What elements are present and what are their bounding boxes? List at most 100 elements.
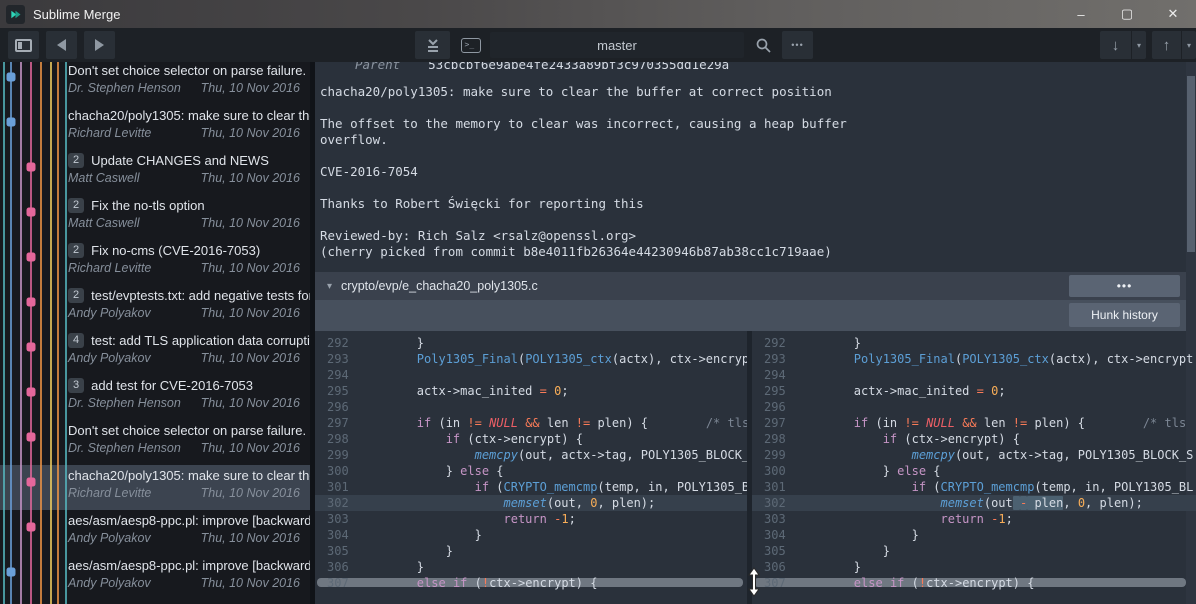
- parent-hash[interactable]: 53cbcbf6e9abe4fe2433a89bf3c970355dd1e29a: [428, 62, 729, 72]
- terminal-icon: >_: [461, 38, 481, 53]
- line-number: 305: [752, 543, 796, 559]
- line-number: 303: [315, 511, 359, 527]
- diff-line: 292 }: [315, 335, 747, 351]
- diff-line: 293 Poly1305_Final(POLY1305_ctx(actx), c…: [315, 351, 747, 367]
- diff-line: 299 memcpy(out, actx->tag, POLY1305_BLOC…: [752, 447, 1196, 463]
- commit-date: Thu, 10 Nov 2016: [201, 171, 300, 185]
- commit-date: Thu, 10 Nov 2016: [201, 531, 300, 545]
- diff-line: 306 }: [752, 559, 1196, 575]
- commit-metadata: Parent 53cbcbf6e9abe4fe2433a89bf3c970355d…: [315, 62, 1196, 272]
- commit-author: Andy Polyakov: [68, 531, 151, 545]
- line-number: 297: [315, 415, 359, 431]
- commit-row[interactable]: 2Fix no-cms (CVE-2016-7053)Richard Levit…: [0, 240, 310, 285]
- diff-line: 302 memset(out - plen, 0, plen);: [752, 495, 1196, 511]
- commit-row[interactable]: Don't set choice selector on parse failu…: [0, 420, 310, 465]
- line-number: 305: [315, 543, 359, 559]
- commit-row[interactable]: 2test/evptests.txt: add negative tests f…: [0, 285, 310, 330]
- diff-line: 302 memset(out, 0, plen);: [315, 495, 747, 511]
- commit-row[interactable]: chacha20/poly1305: make sure to clear th…: [0, 105, 310, 150]
- commit-date: Thu, 10 Nov 2016: [201, 486, 300, 500]
- line-number: 298: [315, 431, 359, 447]
- commit-title: Fix no-cms (CVE-2016-7053): [91, 243, 260, 258]
- line-number: 297: [752, 415, 796, 431]
- commit-author: Dr. Stephen Henson: [68, 396, 181, 410]
- toolbar: >_ master ••• ↓ ▾ ↑ ▾: [0, 28, 1196, 62]
- branch-selector[interactable]: master: [490, 32, 744, 58]
- commit-author: Dr. Stephen Henson: [68, 81, 181, 95]
- commit-row[interactable]: 2Fix the no-tls optionMatt CaswellThu, 1…: [0, 195, 310, 240]
- close-button[interactable]: ✕: [1150, 0, 1196, 28]
- diff-line: 295 actx->mac_inited = 0;: [315, 383, 747, 399]
- commit-row[interactable]: aes/asm/aesp8-ppc.pl: improve [backward]…: [0, 510, 310, 555]
- commit-row[interactable]: 2Update CHANGES and NEWSMatt CaswellThu,…: [0, 150, 310, 195]
- commit-title: chacha20/poly1305: make sure to clear th…: [68, 468, 310, 483]
- parent-label: Parent: [355, 62, 400, 72]
- file-header-bar[interactable]: ▾ crypto/evp/e_chacha20_poly1305.c •••: [315, 272, 1196, 300]
- pull-options-caret[interactable]: ▾: [1132, 41, 1146, 50]
- commit-author: Richard Levitte: [68, 261, 151, 275]
- commit-title: Don't set choice selector on parse failu…: [68, 423, 306, 438]
- search-icon: [755, 37, 772, 54]
- collapse-triangle-icon[interactable]: ▾: [327, 281, 332, 292]
- line-number: 301: [315, 479, 359, 495]
- diff-line: 300 } else {: [752, 463, 1196, 479]
- commit-title: Fix the no-tls option: [91, 198, 204, 213]
- hunk-header-bar: Hunk history: [315, 300, 1196, 331]
- commit-author: Dr. Stephen Henson: [68, 441, 181, 455]
- commit-title: add test for CVE-2016-7053: [91, 378, 253, 393]
- window-title: Sublime Merge: [33, 7, 120, 22]
- diff-line: 298 if (ctx->encrypt) {: [315, 431, 747, 447]
- commit-count-badge: 2: [68, 288, 84, 303]
- commit-date: Thu, 10 Nov 2016: [201, 441, 300, 455]
- maximize-button[interactable]: ▢: [1104, 0, 1150, 28]
- commit-row[interactable]: aes/asm/aesp8-ppc.pl: improve [backward]…: [0, 555, 310, 600]
- diff-line: 306 }: [315, 559, 747, 575]
- commit-row[interactable]: 3 add test for CVE-2016-7053 Dr. Stephen H…: [0, 375, 310, 420]
- hunk-history-button[interactable]: Hunk history: [1069, 303, 1180, 327]
- toggle-sidebar-button[interactable]: [8, 31, 39, 59]
- resize-cursor: [747, 567, 761, 597]
- commit-message: chacha20/poly1305: make sure to clear th…: [320, 84, 1196, 260]
- line-number: 306: [315, 559, 359, 575]
- push-options-caret[interactable]: ▾: [1182, 41, 1196, 50]
- diff-line: 296: [315, 399, 747, 415]
- pull-button[interactable]: ↓: [1100, 37, 1131, 54]
- diff-line: 304 }: [752, 527, 1196, 543]
- line-number: 303: [752, 511, 796, 527]
- commit-row[interactable]: 4test: add TLS application data corrupti…: [0, 330, 310, 375]
- commit-date: Thu, 10 Nov 2016: [201, 576, 300, 590]
- forward-arrow-icon: [95, 39, 104, 51]
- diff-view: 292 }293 Poly1305_Final(POLY1305_ctx(act…: [315, 331, 1196, 604]
- commit-author: Andy Polyakov: [68, 351, 151, 365]
- diff-line: 298 if (ctx->encrypt) {: [752, 431, 1196, 447]
- commit-count-badge: 3: [68, 378, 84, 393]
- diff-line: 303 return -1;: [752, 511, 1196, 527]
- commit-date: Thu, 10 Nov 2016: [201, 216, 300, 230]
- diff-line: 300 } else {: [315, 463, 747, 479]
- diff-pane-old: 292 }293 Poly1305_Final(POLY1305_ctx(act…: [315, 331, 747, 604]
- diff-line: 295 actx->mac_inited = 0;: [752, 383, 1196, 399]
- back-button[interactable]: [46, 31, 77, 59]
- more-options-button[interactable]: •••: [782, 31, 813, 59]
- commit-row[interactable]: Don't set choice selector on parse failu…: [0, 62, 310, 105]
- diff-line: 299 memcpy(out, actx->tag, POLY1305_BLOC…: [315, 447, 747, 463]
- commit-button[interactable]: [415, 31, 450, 59]
- back-arrow-icon: [57, 39, 66, 51]
- line-number: 295: [752, 383, 796, 399]
- line-number: 293: [315, 351, 359, 367]
- sublime-merge-logo-icon: [6, 5, 25, 24]
- search-button[interactable]: [748, 31, 779, 59]
- line-number: 295: [315, 383, 359, 399]
- diff-line: 294: [315, 367, 747, 383]
- diff-line: 301 if (CRYPTO_memcmp(temp, in, POLY1305…: [752, 479, 1196, 495]
- forward-button[interactable]: [84, 31, 115, 59]
- line-number: 304: [315, 527, 359, 543]
- open-terminal-button[interactable]: >_: [454, 31, 487, 59]
- diff-line: 303 return -1;: [315, 511, 747, 527]
- commit-count-badge: 4: [68, 333, 84, 348]
- file-more-options-button[interactable]: •••: [1069, 275, 1180, 297]
- commit-row[interactable]: chacha20/poly1305: make sure to clear th…: [0, 465, 310, 510]
- push-button[interactable]: ↑: [1152, 37, 1181, 54]
- vertical-scrollbar-thumb[interactable]: [1187, 76, 1195, 252]
- minimize-button[interactable]: –: [1058, 0, 1104, 28]
